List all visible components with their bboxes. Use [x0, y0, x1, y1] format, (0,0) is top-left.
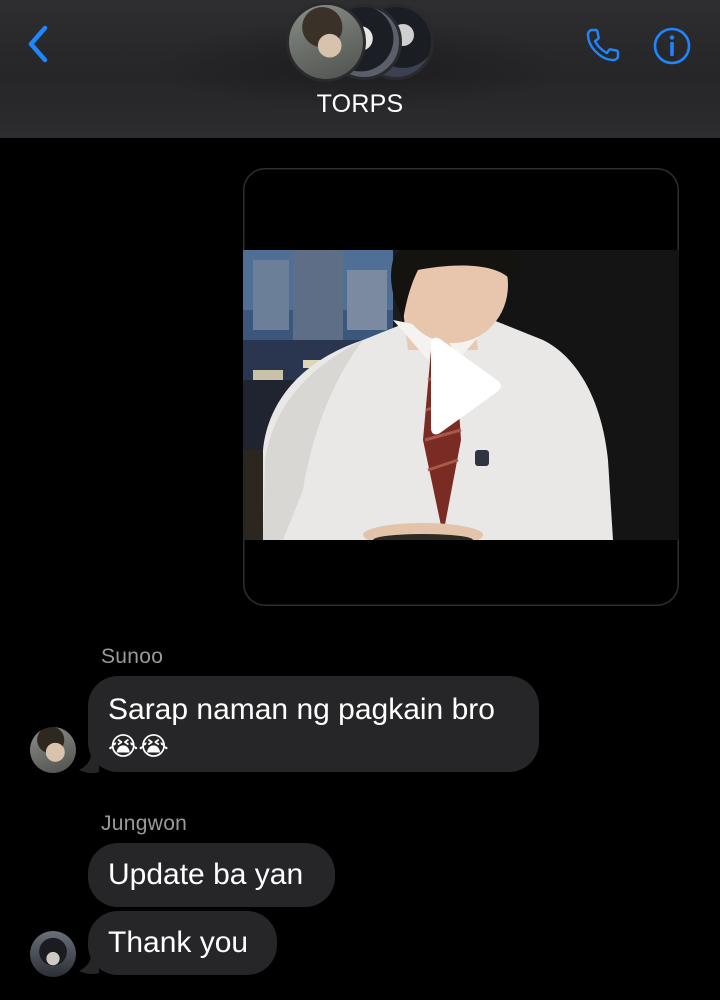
message-text: Sarap naman ng pagkain bro — [108, 693, 495, 726]
info-icon — [653, 27, 691, 65]
video-thumbnail — [243, 250, 679, 540]
phone-icon — [586, 28, 620, 62]
message-bubble[interactable]: Thank you — [88, 911, 277, 975]
info-button[interactable] — [650, 24, 694, 68]
sender-name: Sunoo — [101, 645, 164, 668]
back-button[interactable] — [18, 22, 58, 66]
avatar[interactable] — [30, 727, 76, 773]
message-bubble[interactable]: Update ba yan — [88, 843, 335, 907]
conversation-title[interactable]: TORPS — [0, 90, 720, 119]
chevron-left-icon — [28, 25, 48, 63]
play-icon — [431, 337, 501, 435]
sender-name: Jungwon — [101, 812, 188, 835]
call-button[interactable] — [580, 22, 626, 68]
message-text: Update ba yan — [108, 858, 304, 891]
message-bubble[interactable]: Sarap naman ng pagkain bro 😭😭 — [88, 676, 539, 772]
message-emoji: 😭😭 — [108, 731, 169, 761]
chat-screen: TORPS Sunoo Sarap naman ng pagkain bro 😭… — [0, 0, 720, 1000]
conversation-header: TORPS — [0, 0, 720, 138]
message-text: Thank you — [108, 926, 249, 959]
video-message[interactable] — [243, 168, 679, 606]
avatar — [286, 2, 366, 82]
play-button[interactable] — [423, 336, 503, 436]
group-avatars[interactable] — [286, 2, 436, 82]
avatar[interactable] — [30, 931, 76, 977]
